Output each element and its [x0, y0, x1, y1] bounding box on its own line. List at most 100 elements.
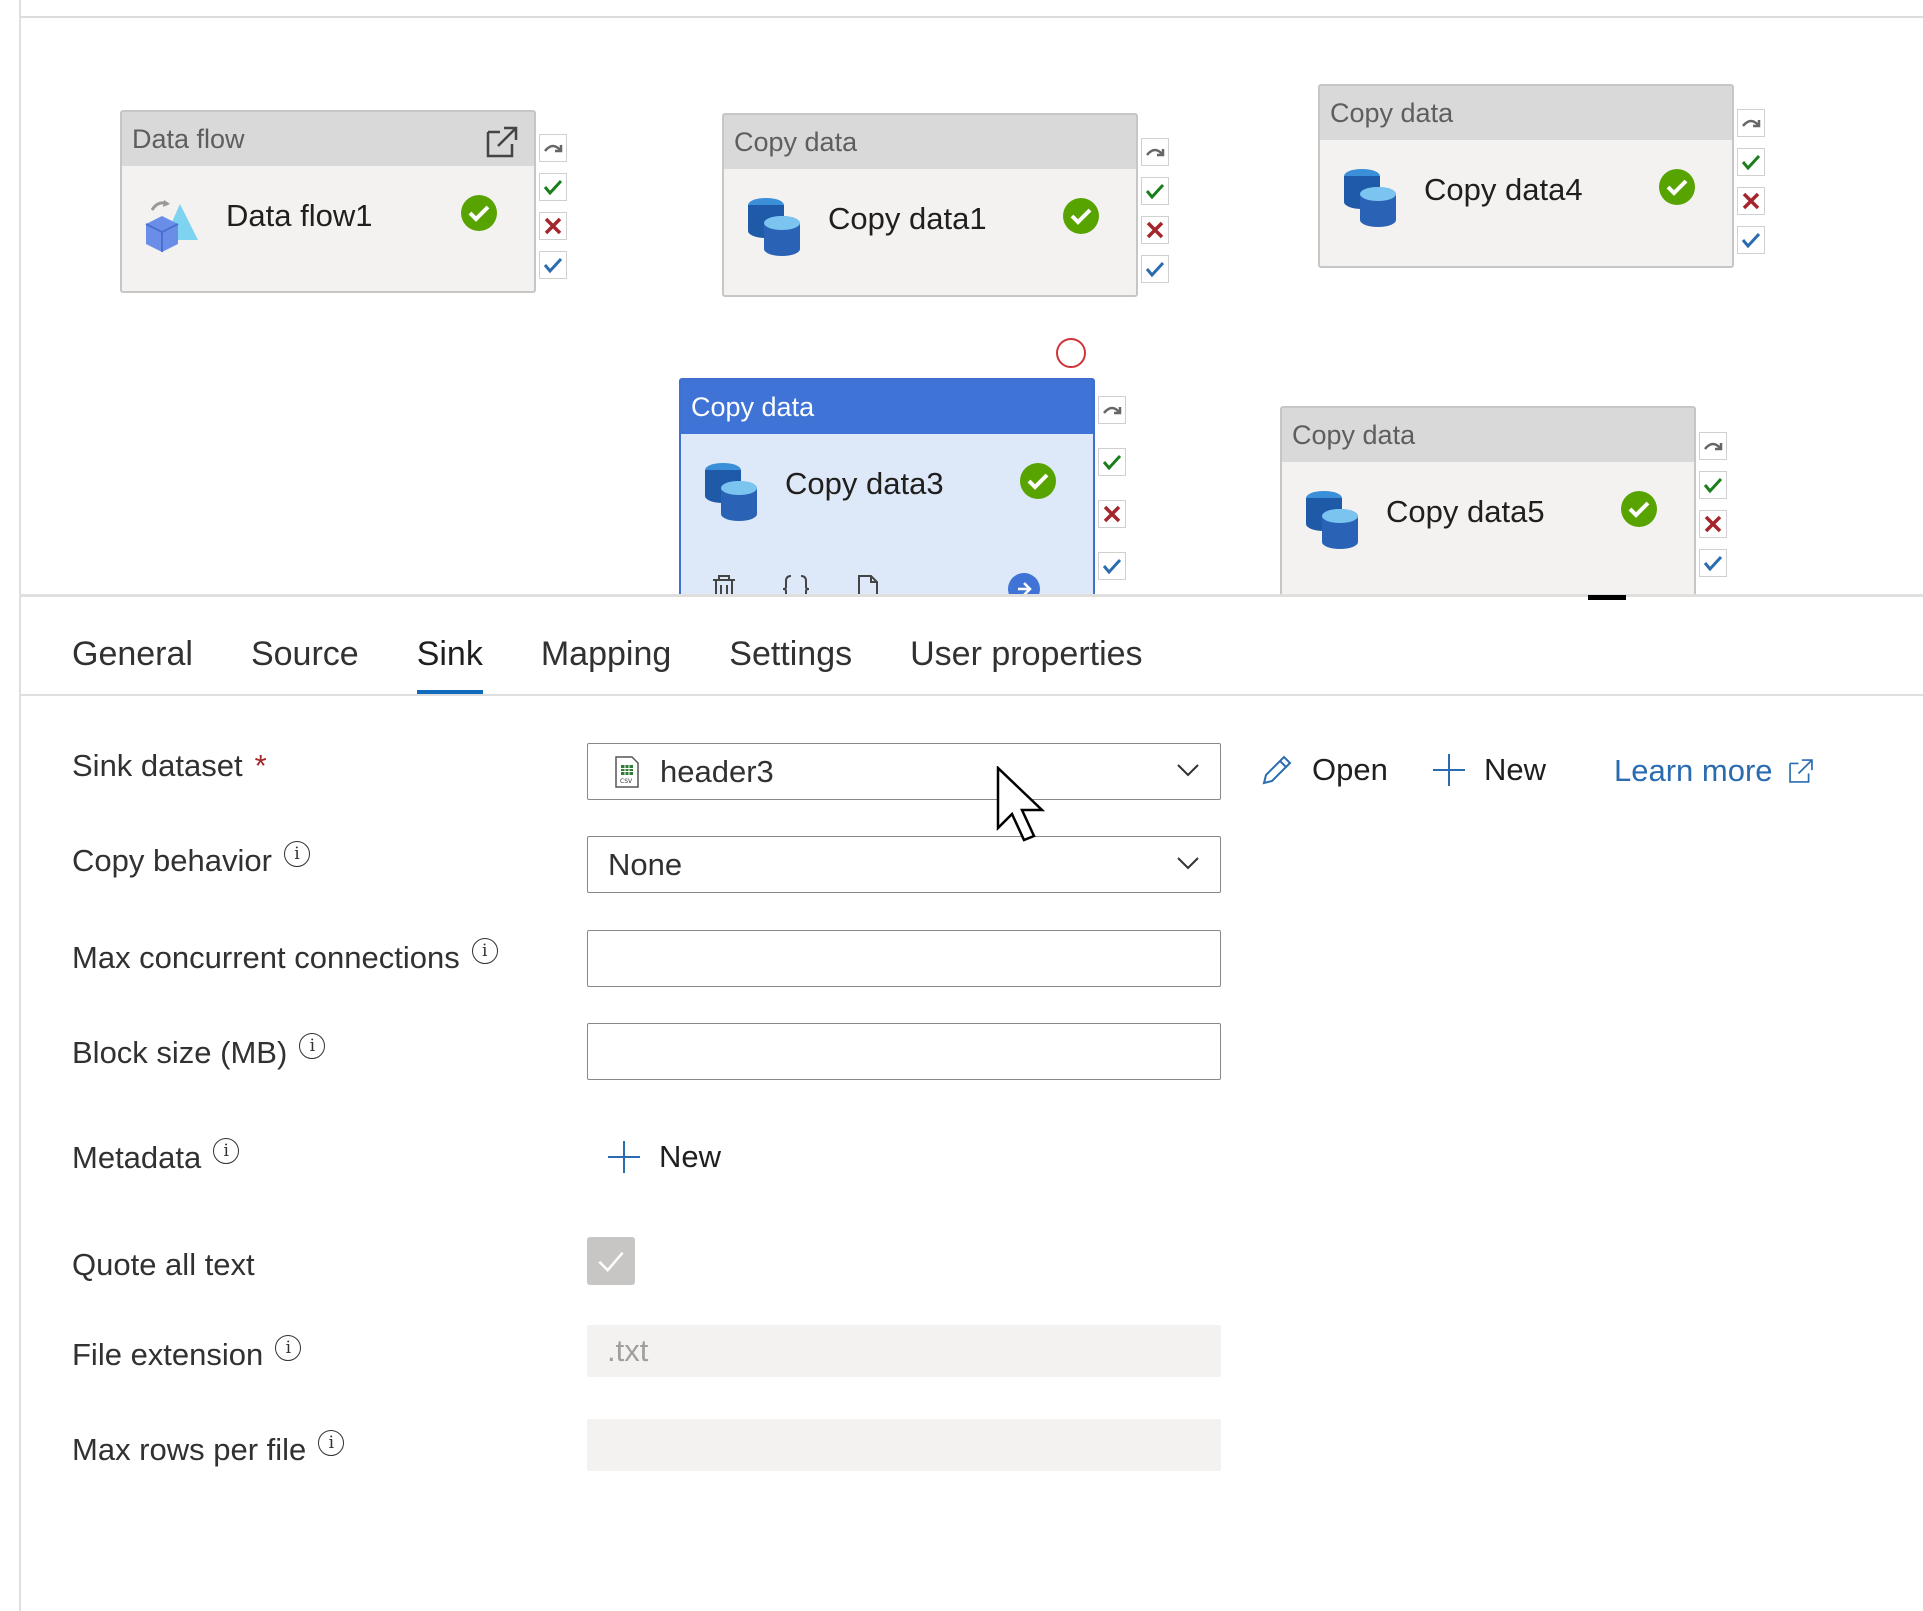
learn-more-link[interactable]: Learn more — [1614, 753, 1817, 789]
pipeline-canvas[interactable]: Data flow Data flow1 Copy data Copy data… — [21, 0, 1923, 594]
skip-port-icon[interactable] — [1141, 138, 1169, 166]
max-rows-label: Max rows per file i — [72, 1430, 345, 1468]
success-port-icon[interactable] — [1141, 177, 1169, 205]
block-size-label: Block size (MB) i — [72, 1033, 326, 1071]
new-dataset-button[interactable]: New — [1430, 751, 1546, 789]
tabs-divider — [21, 694, 1923, 696]
activity-copy-data4[interactable]: Copy data Copy data4 — [1318, 84, 1734, 268]
success-check-icon — [461, 195, 497, 231]
tab-general[interactable]: General — [72, 624, 193, 694]
success-port-icon[interactable] — [1098, 448, 1126, 476]
failure-port-icon[interactable] — [1098, 500, 1126, 528]
activity-copy-data1[interactable]: Copy data Copy data1 — [722, 113, 1138, 297]
checkmark-icon — [598, 1251, 624, 1273]
open-dataset-button[interactable]: Open — [1258, 751, 1388, 789]
activity-ports — [539, 134, 569, 290]
completion-port-icon[interactable] — [1737, 226, 1765, 254]
mouse-cursor-icon — [996, 766, 1046, 842]
failure-port-icon[interactable] — [1699, 510, 1727, 538]
pencil-icon — [1262, 755, 1292, 785]
success-check-icon — [1063, 198, 1099, 234]
max-concurrent-label: Max concurrent connections i — [72, 938, 498, 976]
quote-all-text-label: Quote all text — [72, 1247, 255, 1282]
file-extension-input: .txt — [587, 1325, 1221, 1377]
sink-dataset-label: Sink dataset * — [72, 748, 267, 783]
skip-port-icon[interactable] — [1737, 109, 1765, 137]
database-icon — [748, 198, 800, 256]
splitter-handle[interactable] — [1588, 595, 1626, 600]
quote-all-text-checkbox[interactable] — [587, 1237, 635, 1285]
code-braces-icon[interactable] — [779, 572, 813, 594]
svg-text:CSV: CSV — [620, 778, 633, 785]
activity-type-label: Copy data — [681, 380, 1093, 434]
copy-behavior-label: Copy behavior i — [72, 841, 310, 879]
sink-dataset-select[interactable]: CSV header3 — [587, 743, 1221, 800]
activity-ports — [1737, 109, 1767, 265]
tab-source[interactable]: Source — [251, 624, 359, 694]
activity-ports — [1098, 396, 1128, 591]
database-icon — [1306, 491, 1358, 549]
plus-icon — [1433, 754, 1465, 786]
activity-copy-data5[interactable]: Copy data Copy data5 — [1280, 406, 1696, 594]
tab-user-properties[interactable]: User properties — [910, 624, 1142, 694]
activity-data-flow1[interactable]: Data flow Data flow1 — [120, 110, 536, 293]
delete-icon[interactable] — [707, 572, 741, 594]
max-concurrent-input[interactable] — [587, 930, 1221, 987]
sink-dataset-value: header3 — [660, 753, 774, 789]
chevron-down-icon — [1177, 857, 1199, 870]
info-icon[interactable]: i — [318, 1430, 345, 1456]
plus-icon — [608, 1141, 640, 1173]
failure-port-icon[interactable] — [539, 212, 567, 240]
tab-sink[interactable]: Sink — [416, 624, 483, 694]
failure-port-icon[interactable] — [1737, 187, 1765, 215]
completion-port-icon[interactable] — [1098, 552, 1126, 580]
error-indicator-circle[interactable] — [1056, 338, 1086, 368]
database-icon — [1344, 169, 1396, 227]
completion-port-icon[interactable] — [1141, 255, 1169, 283]
info-icon[interactable]: i — [471, 938, 498, 964]
success-check-icon — [1659, 169, 1695, 205]
tab-mapping[interactable]: Mapping — [541, 624, 671, 694]
info-icon[interactable]: i — [299, 1033, 326, 1059]
required-mark: * — [254, 748, 267, 783]
open-external-icon — [1788, 759, 1813, 783]
activity-copy-data3[interactable]: Copy data Copy data3 — [679, 378, 1095, 594]
skip-port-icon[interactable] — [1098, 396, 1126, 424]
copy-icon[interactable] — [851, 572, 885, 594]
csv-file-icon: CSV — [615, 755, 639, 788]
copy-behavior-select[interactable]: None — [587, 836, 1221, 893]
activity-name: Copy data5 — [1386, 494, 1545, 529]
success-port-icon[interactable] — [1737, 148, 1765, 176]
arrow-forward-icon[interactable] — [1007, 572, 1041, 594]
block-size-input[interactable] — [587, 1023, 1221, 1080]
tab-settings[interactable]: Settings — [729, 624, 852, 694]
activity-name: Copy data4 — [1424, 172, 1583, 207]
info-icon[interactable]: i — [283, 841, 310, 867]
copy-behavior-value: None — [608, 846, 683, 882]
skip-port-icon[interactable] — [539, 134, 567, 162]
activity-type-label: Copy data — [1282, 408, 1694, 462]
data-flow-icon — [145, 200, 198, 252]
info-icon[interactable]: i — [213, 1138, 240, 1164]
chevron-down-icon — [1177, 764, 1199, 777]
properties-tabs: General Source Sink Mapping Settings Use… — [72, 624, 1201, 694]
completion-port-icon[interactable] — [1699, 549, 1727, 577]
success-port-icon[interactable] — [1699, 471, 1727, 499]
activity-type-label: Copy data — [1320, 86, 1732, 140]
failure-port-icon[interactable] — [1141, 216, 1169, 244]
max-rows-input — [587, 1419, 1221, 1471]
skip-port-icon[interactable] — [1699, 432, 1727, 460]
panel-splitter[interactable] — [21, 594, 1923, 597]
canvas-top-divider — [21, 16, 1923, 18]
activity-type-label: Copy data — [724, 115, 1136, 169]
open-external-icon[interactable] — [482, 122, 522, 162]
activity-ports — [1699, 432, 1729, 588]
completion-port-icon[interactable] — [539, 251, 567, 279]
activity-type-label: Data flow — [122, 112, 534, 166]
metadata-label: Metadata i — [72, 1138, 240, 1176]
success-check-icon — [1621, 491, 1657, 527]
new-metadata-button[interactable]: New — [605, 1138, 721, 1176]
activity-name: Copy data1 — [828, 201, 987, 236]
success-port-icon[interactable] — [539, 173, 567, 201]
info-icon[interactable]: i — [275, 1335, 302, 1361]
